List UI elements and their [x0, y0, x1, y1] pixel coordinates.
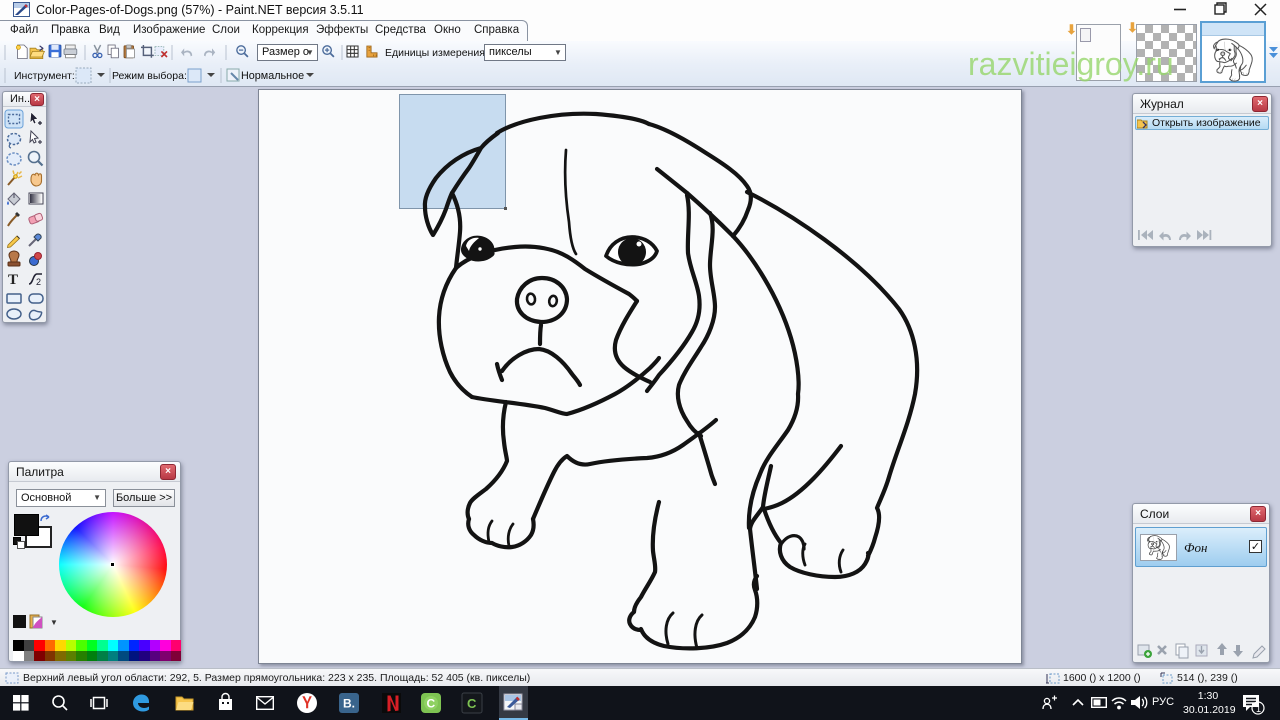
svg-text:C: C	[427, 697, 436, 711]
svg-text:1: 1	[1256, 704, 1261, 714]
svg-text:2: 2	[36, 277, 41, 287]
svg-text:B.: B.	[343, 697, 355, 711]
svg-text:C: C	[467, 696, 477, 711]
svg-text:T: T	[8, 272, 18, 288]
